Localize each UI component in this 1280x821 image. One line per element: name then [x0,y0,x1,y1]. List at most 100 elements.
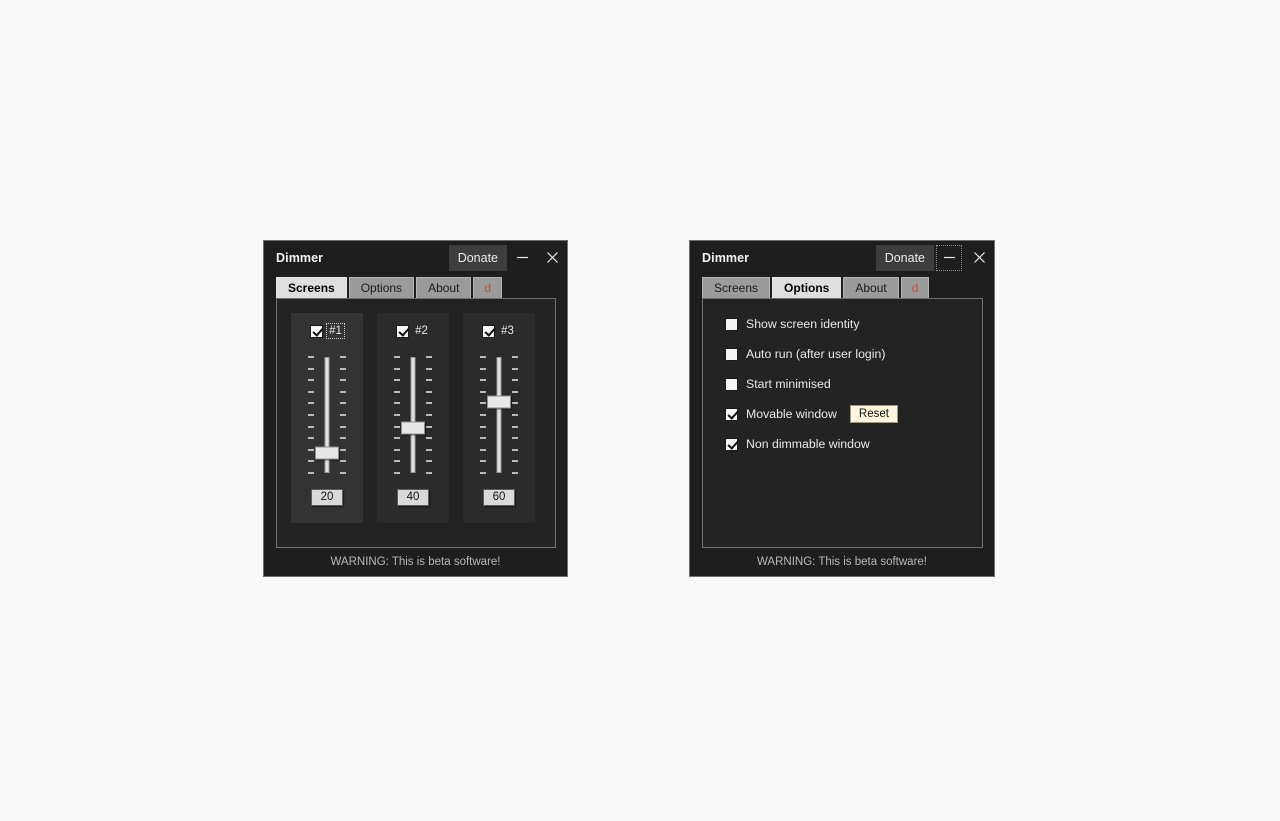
slider-tick [394,356,400,358]
slider-tick [426,437,432,440]
slider-tick [480,356,486,358]
tab-about[interactable]: About [416,277,472,298]
slider-tick [394,390,400,393]
slider-tick [480,414,486,416]
movable-window-checkbox[interactable] [725,407,738,421]
close-button[interactable] [964,243,994,273]
reset-button[interactable]: Reset [849,405,898,423]
tabpage-options: Show screen identity Auto run (after use… [702,298,983,548]
slider-tick [480,448,486,451]
auto-run-checkbox[interactable] [725,347,738,361]
slider-thumb-2[interactable] [401,421,425,435]
tab-screens[interactable]: Screens [276,277,347,298]
app-title: Dimmer [702,250,750,265]
slider-tick [512,367,518,370]
slider-tick [340,472,346,474]
slider-tick [512,448,518,451]
slider-tick [426,402,432,405]
option-row-show-screen-identity[interactable]: Show screen identity [725,315,982,333]
close-icon [546,252,558,263]
slider-track-2 [410,357,416,473]
minimize-button[interactable] [934,243,964,273]
beta-warning-text: WARNING: This is beta software! [330,556,501,568]
slider-tick [308,460,314,463]
option-row-auto-run[interactable]: Auto run (after user login) [725,345,982,363]
slider-tick [340,414,346,416]
non-dimmable-window-checkbox[interactable] [725,437,738,451]
minimize-button[interactable] [507,243,537,273]
slider-tick [340,437,346,440]
screen-value-1[interactable]: 20 [311,489,343,506]
app-title: Dimmer [276,250,324,265]
screen-brightness-slider-1[interactable] [302,351,352,479]
slider-tick [340,367,346,370]
screen-enable-checkbox-1[interactable] [310,324,324,338]
tab-screens[interactable]: Screens [702,277,771,298]
screen-panel-3[interactable]: #3 60 [463,313,535,523]
slider-tick [426,390,432,393]
option-row-start-minimised[interactable]: Start minimised [725,375,982,393]
close-icon [973,252,985,263]
start-minimised-checkbox[interactable] [725,377,738,391]
slider-tick [308,425,314,428]
slider-tick [340,425,346,428]
tab-options[interactable]: Options [348,277,415,298]
slider-tick [480,437,486,440]
slider-tick [340,356,346,358]
screen-value-2[interactable]: 40 [397,489,429,506]
slider-tick [480,425,486,428]
slider-thumb-3[interactable] [487,395,511,409]
tabstrip: Screens Options About d [690,277,994,298]
tabstrip: Screens Options About d [264,277,567,298]
slider-tick [512,390,518,393]
donate-button[interactable]: Donate [875,244,934,271]
tabpage-screens: #1 20 #2 40 #3 60 [276,298,556,548]
slider-tick [340,390,346,393]
slider-tick [308,414,314,416]
screen-enable-checkbox-2[interactable] [396,324,410,338]
close-button[interactable] [537,243,567,273]
option-row-movable-window[interactable]: Movable window Reset [725,405,982,423]
slider-tick [512,437,518,440]
screen-value-3[interactable]: 60 [483,489,515,506]
slider-tick [426,356,432,358]
screen-header-2: #2 [396,323,430,339]
slider-tick [394,448,400,451]
slider-tick [308,472,314,474]
screen-panel-1[interactable]: #1 20 [291,313,363,523]
slider-tick [308,437,314,440]
slider-tick [340,402,346,405]
screen-brightness-slider-3[interactable] [474,351,524,479]
show-screen-identity-checkbox[interactable] [725,317,738,331]
tab-about[interactable]: About [843,277,899,298]
tab-d[interactable]: d [900,277,930,298]
slider-tick [426,414,432,416]
screen-enable-checkbox-3[interactable] [482,324,496,338]
screen-label-2: #2 [415,325,428,337]
tab-d[interactable]: d [473,277,503,298]
slider-tick [426,472,432,474]
options-list: Show screen identity Auto run (after use… [703,299,982,453]
tab-options[interactable]: Options [772,277,842,298]
screen-brightness-slider-2[interactable] [388,351,438,479]
slider-thumb-1[interactable] [315,446,339,460]
slider-tick [340,379,346,382]
slider-tick [394,460,400,463]
screen-panel-2[interactable]: #2 40 [377,313,449,523]
slider-tick [394,425,400,428]
slider-tick [394,472,400,474]
titlebar: Dimmer Donate [690,241,994,274]
minimize-icon [943,256,955,259]
donate-button[interactable]: Donate [448,244,507,271]
screen-label-3: #3 [501,325,514,337]
slider-tick [480,460,486,463]
start-minimised-label: Start minimised [746,377,831,391]
slider-tick [512,425,518,428]
slider-tick [394,367,400,370]
option-row-non-dimmable-window[interactable]: Non dimmable window [725,435,982,453]
movable-window-label: Movable window [746,407,837,421]
slider-tick [512,356,518,358]
slider-tick [426,379,432,382]
slider-tick [480,402,486,405]
slider-tick [426,367,432,370]
